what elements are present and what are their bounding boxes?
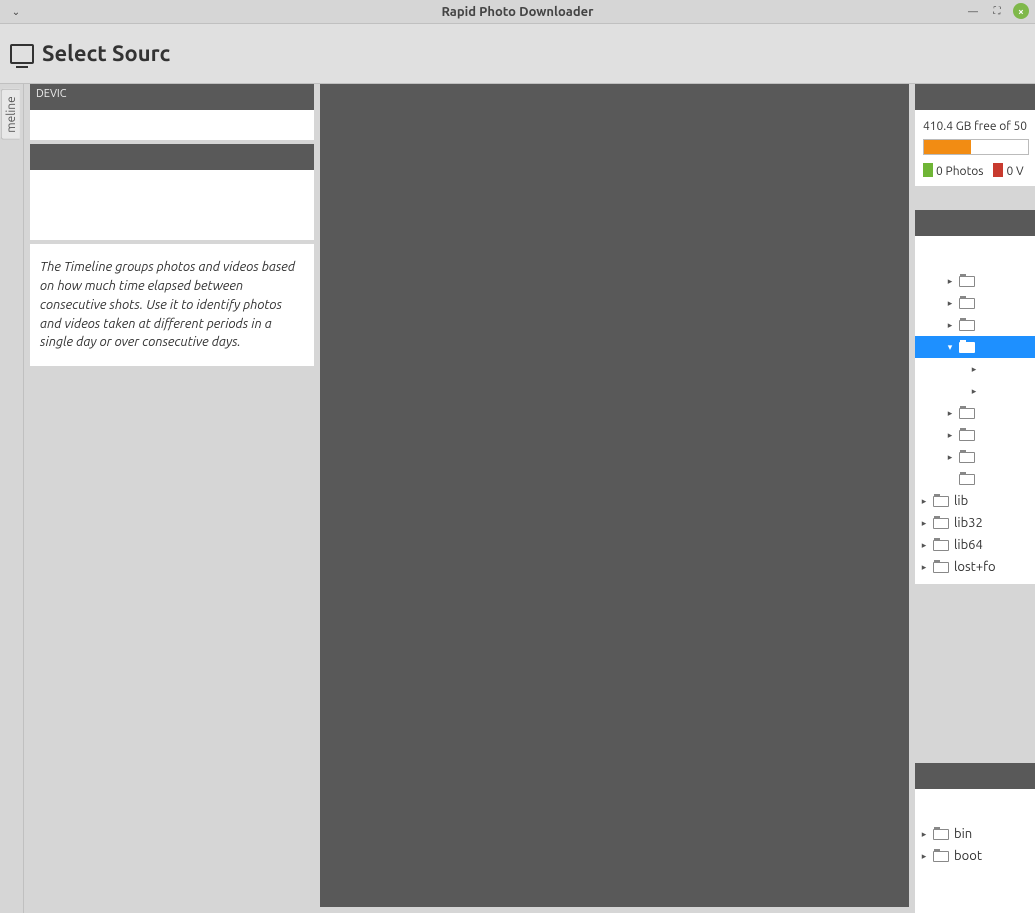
chevron-right-icon[interactable]: ▸ (945, 408, 955, 419)
tree-label: bin (954, 827, 972, 841)
close-button[interactable]: × (1013, 3, 1029, 19)
left-panel: DEVIC The Timeline groups photos and vid… (24, 84, 314, 913)
chevron-right-icon[interactable]: ▸ (919, 518, 929, 529)
tree-row[interactable]: ▸ lib (915, 490, 1035, 512)
photos-count: 0 Photos (936, 165, 983, 178)
timeline-blank (30, 170, 314, 240)
chevron-right-icon[interactable]: ▸ (969, 386, 979, 397)
storage-legend: 0 Photos 0 V (923, 163, 1029, 178)
tree-row[interactable]: ▸ bin (915, 823, 1035, 845)
folder-icon (959, 474, 975, 485)
chevron-right-icon[interactable]: ▸ (945, 298, 955, 309)
folder-icon (959, 430, 975, 441)
chevron-right-icon[interactable]: ▸ (945, 452, 955, 463)
tree-row[interactable]: ▸ lib32 (915, 512, 1035, 534)
chevron-right-icon[interactable]: ▸ (919, 496, 929, 507)
select-source-label[interactable]: Select Sourc (42, 41, 170, 66)
photos-swatch-icon (923, 163, 933, 177)
tree-row[interactable]: ▸ (915, 292, 1035, 314)
storage-bar-fill (924, 140, 971, 154)
timeline-tab[interactable]: meline (0, 84, 24, 913)
chevron-right-icon[interactable]: ▸ (945, 430, 955, 441)
folder-icon (959, 408, 975, 419)
tree-label: lib32 (954, 516, 983, 530)
storage-bar (923, 139, 1029, 155)
storage-panel: 410.4 GB free of 50 0 Photos 0 V (915, 110, 1035, 186)
tree-row[interactable]: ▸ (915, 424, 1035, 446)
folder-icon (959, 298, 975, 309)
chevron-right-icon[interactable]: ▸ (919, 562, 929, 573)
storage-free-text: 410.4 GB free of 50 (923, 120, 1029, 133)
storage-header (915, 84, 1035, 110)
video-dest-blank (915, 789, 1035, 819)
main-area: meline DEVIC The Timeline groups photos … (0, 84, 1035, 913)
tree-row[interactable]: ▸ (915, 446, 1035, 468)
tree-label: boot (954, 849, 982, 863)
minimize-button[interactable]: — (965, 3, 981, 19)
tree-row[interactable]: ▸ lib64 (915, 534, 1035, 556)
devices-label: DEVIC (36, 88, 67, 100)
tree-row[interactable]: ▸ (915, 270, 1035, 292)
folder-icon (933, 496, 949, 507)
folder-icon (959, 320, 975, 331)
video-destination-tree[interactable]: ▸ bin ▸ boot (915, 819, 1035, 873)
photo-dest-header (915, 210, 1035, 236)
chevron-right-icon[interactable]: ▸ (969, 364, 979, 375)
tree-row[interactable] (915, 468, 1035, 490)
tree-row[interactable]: ▸ (915, 358, 1035, 380)
timeline-help-text: The Timeline groups photos and videos ba… (30, 244, 314, 366)
video-dest-header (915, 763, 1035, 789)
tree-label: lost+fo (954, 560, 996, 574)
folder-icon (959, 342, 975, 353)
app-menu-button[interactable]: ⌄ (8, 4, 24, 20)
chevron-right-icon[interactable]: ▸ (919, 540, 929, 551)
folder-icon (959, 276, 975, 287)
video-dest-tail (915, 873, 1035, 913)
computer-icon (10, 44, 34, 64)
folder-icon (933, 518, 949, 529)
photo-dest-blank (915, 236, 1035, 266)
maximize-button[interactable]: ⛶ (989, 3, 1005, 19)
chevron-right-icon[interactable]: ▸ (919, 851, 929, 862)
photo-destination-tree[interactable]: ▸ ▸ ▸ ▾ ▸ ▸ ▸ ▸ ▸ ▸ lib ▸ lib32 ▸ lib64 ▸ lost+fo (915, 266, 1035, 584)
timeline-tab-label: meline (1, 89, 20, 140)
tree-row[interactable]: ▸ boot (915, 845, 1035, 867)
devices-blank (30, 110, 314, 140)
tree-row[interactable]: ▸ (915, 402, 1035, 424)
timeline-header-bar (30, 144, 314, 170)
folder-icon (933, 829, 949, 840)
tree-row[interactable]: ▾ (915, 336, 1035, 358)
chevron-right-icon[interactable]: ▸ (945, 320, 955, 331)
devices-header: DEVIC (30, 84, 314, 110)
thumbnail-area (320, 84, 909, 907)
folder-icon (933, 540, 949, 551)
videos-count: 0 V (1006, 165, 1023, 178)
tree-label: lib (954, 494, 968, 508)
folder-icon (959, 452, 975, 463)
folder-icon (933, 851, 949, 862)
folder-icon (933, 562, 949, 573)
videos-swatch-icon (993, 163, 1003, 177)
tree-row[interactable]: ▸ (915, 380, 1035, 402)
tree-label: lib64 (954, 538, 983, 552)
chevron-right-icon[interactable]: ▸ (919, 829, 929, 840)
titlebar: ⌄ Rapid Photo Downloader — ⛶ × (0, 0, 1035, 24)
tree-row[interactable]: ▸ lost+fo (915, 556, 1035, 578)
chevron-down-icon[interactable]: ▾ (945, 342, 955, 353)
right-panel: 410.4 GB free of 50 0 Photos 0 V ▸▸▸▾▸▸▸… (915, 84, 1035, 913)
chevron-right-icon[interactable]: ▸ (945, 276, 955, 287)
window-title: Rapid Photo Downloader (0, 5, 1035, 19)
tree-row[interactable]: ▸ (915, 314, 1035, 336)
source-header: Select Sourc (0, 24, 1035, 84)
